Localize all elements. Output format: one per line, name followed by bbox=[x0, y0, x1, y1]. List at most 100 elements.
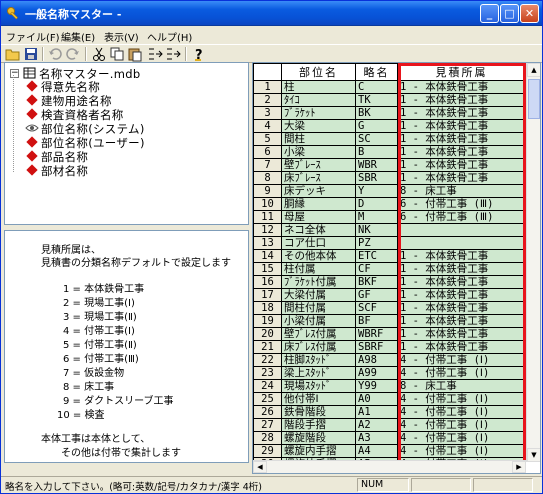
scroll-right-button[interactable]: ▶ bbox=[512, 461, 526, 473]
estimate-category-cell[interactable]: 4 - 付帯工事 (Ⅰ) bbox=[397, 431, 526, 445]
table-row[interactable]: 17 大梁付属 GF 1 - 本体鉄骨工事 bbox=[253, 288, 526, 302]
part-name-cell[interactable]: その他本体 bbox=[281, 249, 356, 263]
row-number-cell[interactable]: 16 bbox=[253, 275, 282, 289]
abbreviation-cell[interactable]: M bbox=[355, 210, 398, 224]
estimate-category-cell[interactable]: 1 - 本体鉄骨工事 bbox=[397, 93, 526, 107]
estimate-category-cell[interactable]: 4 - 付帯工事 (Ⅰ) bbox=[397, 392, 526, 406]
delete-row-icon[interactable] bbox=[165, 46, 181, 62]
estimate-category-cell[interactable]: 6 - 付帯工事 (Ⅲ) bbox=[397, 210, 526, 224]
table-row[interactable]: 22 柱脚ｽﾀｯﾄﾞ A98 4 - 付帯工事 (Ⅰ) bbox=[253, 353, 526, 367]
row-number-cell[interactable]: 12 bbox=[253, 223, 282, 237]
abbreviation-cell[interactable]: SBRF bbox=[355, 340, 398, 354]
estimate-category-cell[interactable]: 1 - 本体鉄骨工事 bbox=[397, 262, 526, 276]
table-row[interactable]: 12 ネコ全体 NK bbox=[253, 223, 526, 237]
abbreviation-cell[interactable]: A0 bbox=[355, 392, 398, 406]
table-row[interactable]: 5 間柱 SC 1 - 本体鉄骨工事 bbox=[253, 132, 526, 146]
table-row[interactable]: 26 鉄骨階段 A1 4 - 付帯工事 (Ⅰ) bbox=[253, 405, 526, 419]
abbreviation-cell[interactable]: SC bbox=[355, 132, 398, 146]
title-bar[interactable]: 一般名称マスター - _ □ ✕ bbox=[1, 1, 542, 26]
grid-header-abbr[interactable]: 略名 bbox=[355, 63, 398, 81]
abbreviation-cell[interactable]: TK bbox=[355, 93, 398, 107]
part-name-cell[interactable]: 小梁 bbox=[281, 145, 356, 159]
table-row[interactable]: 24 現場ｽﾀｯﾄﾞ Y99 8 - 床工事 bbox=[253, 379, 526, 393]
redo-icon[interactable] bbox=[65, 46, 81, 62]
vertical-scrollbar[interactable]: ▲ ▼ bbox=[526, 63, 540, 462]
part-name-cell[interactable]: 大梁付属 bbox=[281, 288, 356, 302]
table-row[interactable]: 20 壁ﾌﾞﾚｽ付属 WBRF 1 - 本体鉄骨工事 bbox=[253, 327, 526, 341]
estimate-category-cell[interactable]: 1 - 本体鉄骨工事 bbox=[397, 119, 526, 133]
row-number-cell[interactable]: 4 bbox=[253, 119, 282, 133]
save-icon[interactable] bbox=[23, 46, 39, 62]
row-number-cell[interactable]: 9 bbox=[253, 184, 282, 198]
grid-header-name[interactable]: 部位名 bbox=[281, 63, 356, 81]
scroll-thumb[interactable] bbox=[528, 79, 540, 119]
part-name-cell[interactable]: 螺旋内手摺 bbox=[281, 444, 356, 458]
part-name-cell[interactable]: 階段手摺 bbox=[281, 418, 356, 432]
row-number-cell[interactable]: 25 bbox=[253, 392, 282, 406]
abbreviation-cell[interactable]: SBR bbox=[355, 171, 398, 185]
estimate-category-cell[interactable] bbox=[397, 223, 526, 237]
estimate-category-cell[interactable]: 1 - 本体鉄骨工事 bbox=[397, 171, 526, 185]
row-number-cell[interactable]: 13 bbox=[253, 236, 282, 250]
part-name-cell[interactable]: コア仕口 bbox=[281, 236, 356, 250]
estimate-category-cell[interactable]: 1 - 本体鉄骨工事 bbox=[397, 288, 526, 302]
tree-item-customer[interactable]: 得意先名称 bbox=[25, 79, 225, 94]
table-row[interactable]: 18 間柱付属 SCF 1 - 本体鉄骨工事 bbox=[253, 301, 526, 315]
menu-help[interactable]: ヘルプ(H) bbox=[147, 29, 192, 44]
row-number-cell[interactable]: 15 bbox=[253, 262, 282, 276]
table-row[interactable]: 2 ﾀｲｺ TK 1 - 本体鉄骨工事 bbox=[253, 93, 526, 107]
open-folder-icon[interactable] bbox=[5, 46, 21, 62]
table-row[interactable]: 23 梁上ｽﾀｯﾄﾞ A99 4 - 付帯工事 (Ⅰ) bbox=[253, 366, 526, 380]
row-number-cell[interactable]: 2 bbox=[253, 93, 282, 107]
row-number-cell[interactable]: 6 bbox=[253, 145, 282, 159]
table-row[interactable]: 11 母屋 M 6 - 付帯工事 (Ⅲ) bbox=[253, 210, 526, 224]
grid-corner-header[interactable] bbox=[253, 63, 282, 81]
abbreviation-cell[interactable]: A98 bbox=[355, 353, 398, 367]
estimate-category-cell[interactable]: 1 - 本体鉄骨工事 bbox=[397, 327, 526, 341]
part-name-cell[interactable]: ﾌﾞﾗｹｯﾄ bbox=[281, 106, 356, 120]
copy-icon[interactable] bbox=[109, 46, 125, 62]
estimate-category-cell[interactable]: 1 - 本体鉄骨工事 bbox=[397, 314, 526, 328]
abbreviation-cell[interactable]: WBR bbox=[355, 158, 398, 172]
collapse-icon[interactable]: − bbox=[10, 69, 19, 78]
abbreviation-cell[interactable]: A4 bbox=[355, 444, 398, 458]
abbreviation-cell[interactable]: A1 bbox=[355, 405, 398, 419]
table-row[interactable]: 19 小梁付属 BF 1 - 本体鉄骨工事 bbox=[253, 314, 526, 328]
abbreviation-cell[interactable]: BKF bbox=[355, 275, 398, 289]
estimate-category-cell[interactable]: 8 - 床工事 bbox=[397, 184, 526, 198]
abbreviation-cell[interactable]: ETC bbox=[355, 249, 398, 263]
row-number-cell[interactable]: 28 bbox=[253, 431, 282, 445]
estimate-category-cell[interactable]: 1 - 本体鉄骨工事 bbox=[397, 301, 526, 315]
estimate-category-cell[interactable] bbox=[397, 236, 526, 250]
row-number-cell[interactable]: 23 bbox=[253, 366, 282, 380]
abbreviation-cell[interactable]: A2 bbox=[355, 418, 398, 432]
row-number-cell[interactable]: 27 bbox=[253, 418, 282, 432]
part-name-cell[interactable]: 螺旋階段 bbox=[281, 431, 356, 445]
abbreviation-cell[interactable]: BK bbox=[355, 106, 398, 120]
table-row[interactable]: 9 床デッキ Y 8 - 床工事 bbox=[253, 184, 526, 198]
estimate-category-cell[interactable]: 4 - 付帯工事 (Ⅰ) bbox=[397, 405, 526, 419]
table-row[interactable]: 6 小梁 B 1 - 本体鉄骨工事 bbox=[253, 145, 526, 159]
table-row[interactable]: 15 柱付属 CF 1 - 本体鉄骨工事 bbox=[253, 262, 526, 276]
part-name-cell[interactable]: 壁ﾌﾞﾚｰｽ bbox=[281, 158, 356, 172]
table-row[interactable]: 21 床ﾌﾞﾚｽ付属 SBRF 1 - 本体鉄骨工事 bbox=[253, 340, 526, 354]
tree-item-inspector[interactable]: 検査資格者名称 bbox=[25, 107, 225, 122]
table-row[interactable]: 4 大梁 G 1 - 本体鉄骨工事 bbox=[253, 119, 526, 133]
part-name-cell[interactable]: 胴縁 bbox=[281, 197, 356, 211]
abbreviation-cell[interactable]: WBRF bbox=[355, 327, 398, 341]
abbreviation-cell[interactable]: SCF bbox=[355, 301, 398, 315]
row-number-cell[interactable]: 14 bbox=[253, 249, 282, 263]
abbreviation-cell[interactable]: Y bbox=[355, 184, 398, 198]
estimate-category-cell[interactable]: 8 - 床工事 bbox=[397, 379, 526, 393]
row-number-cell[interactable]: 18 bbox=[253, 301, 282, 315]
abbreviation-cell[interactable]: BF bbox=[355, 314, 398, 328]
menu-file[interactable]: ファイル(F) bbox=[6, 29, 60, 44]
row-number-cell[interactable]: 20 bbox=[253, 327, 282, 341]
row-number-cell[interactable]: 24 bbox=[253, 379, 282, 393]
part-name-cell[interactable]: 柱付属 bbox=[281, 262, 356, 276]
part-name-cell[interactable]: 床ﾌﾞﾚｽ付属 bbox=[281, 340, 356, 354]
abbreviation-cell[interactable]: GF bbox=[355, 288, 398, 302]
part-name-cell[interactable]: 鉄骨階段 bbox=[281, 405, 356, 419]
horizontal-scrollbar[interactable]: ◀ ▶ bbox=[253, 460, 526, 473]
row-number-cell[interactable]: 11 bbox=[253, 210, 282, 224]
